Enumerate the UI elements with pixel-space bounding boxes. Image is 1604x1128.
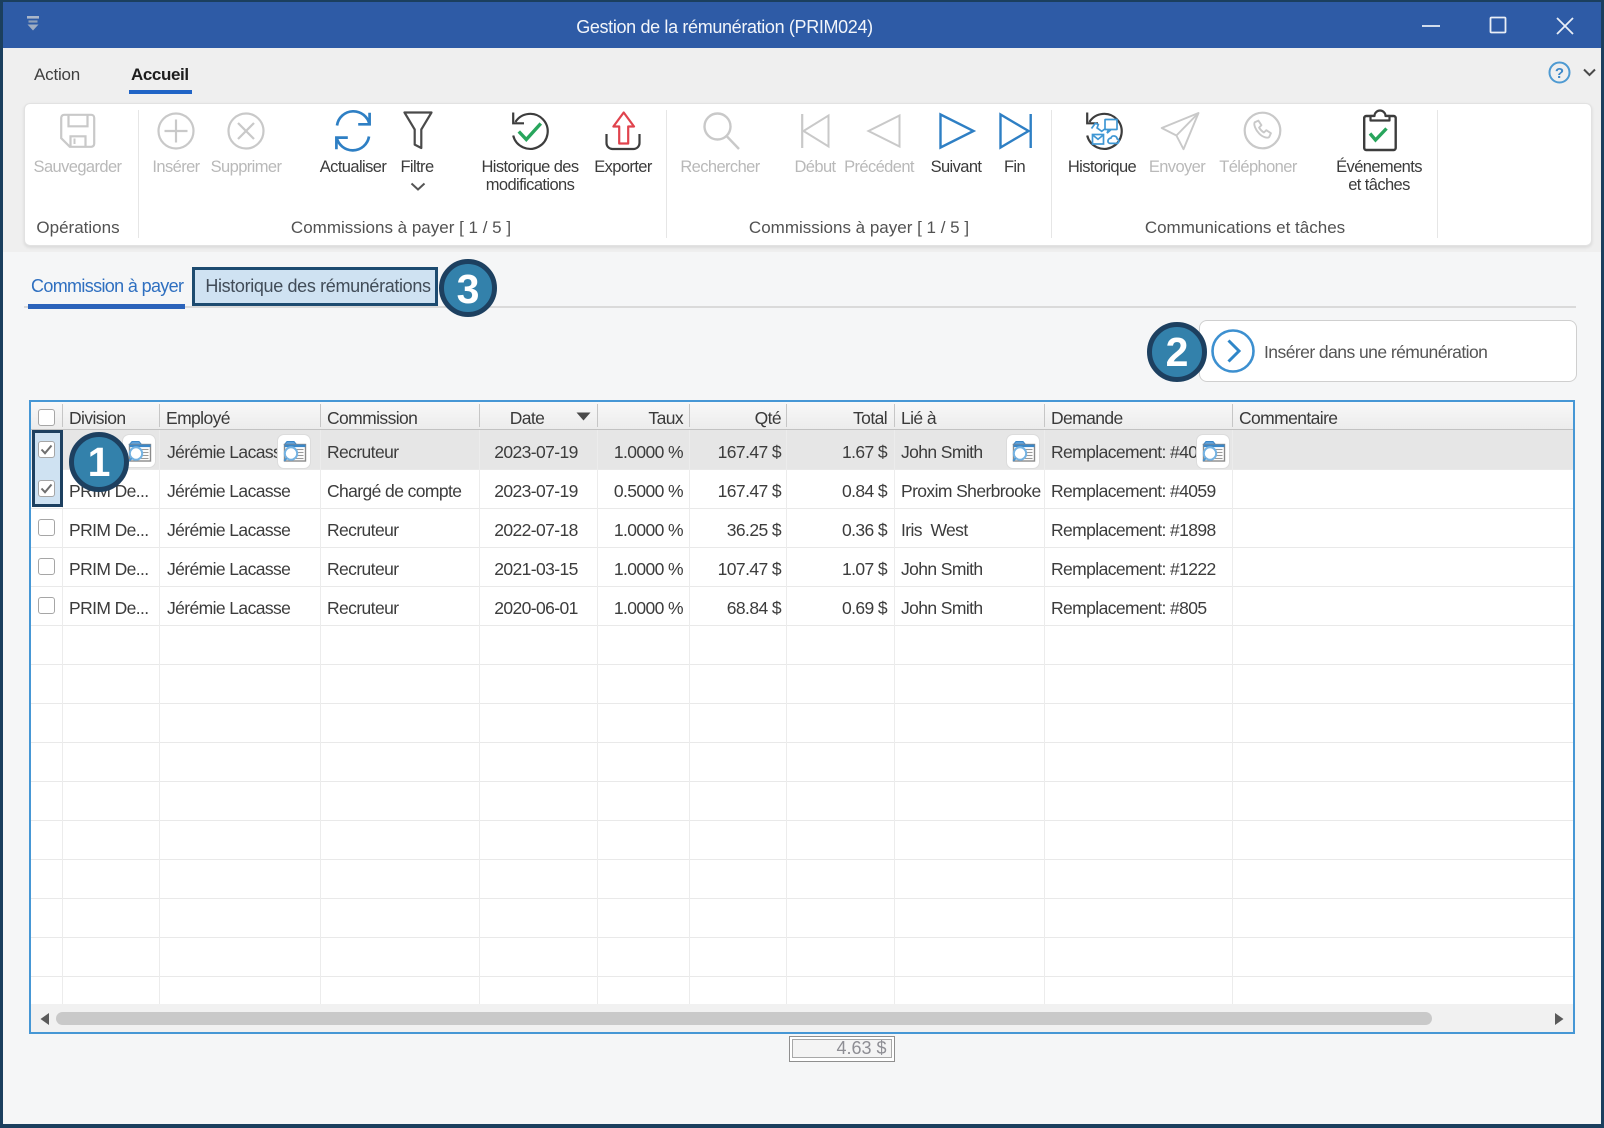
svg-text:?: ?: [1555, 65, 1564, 82]
